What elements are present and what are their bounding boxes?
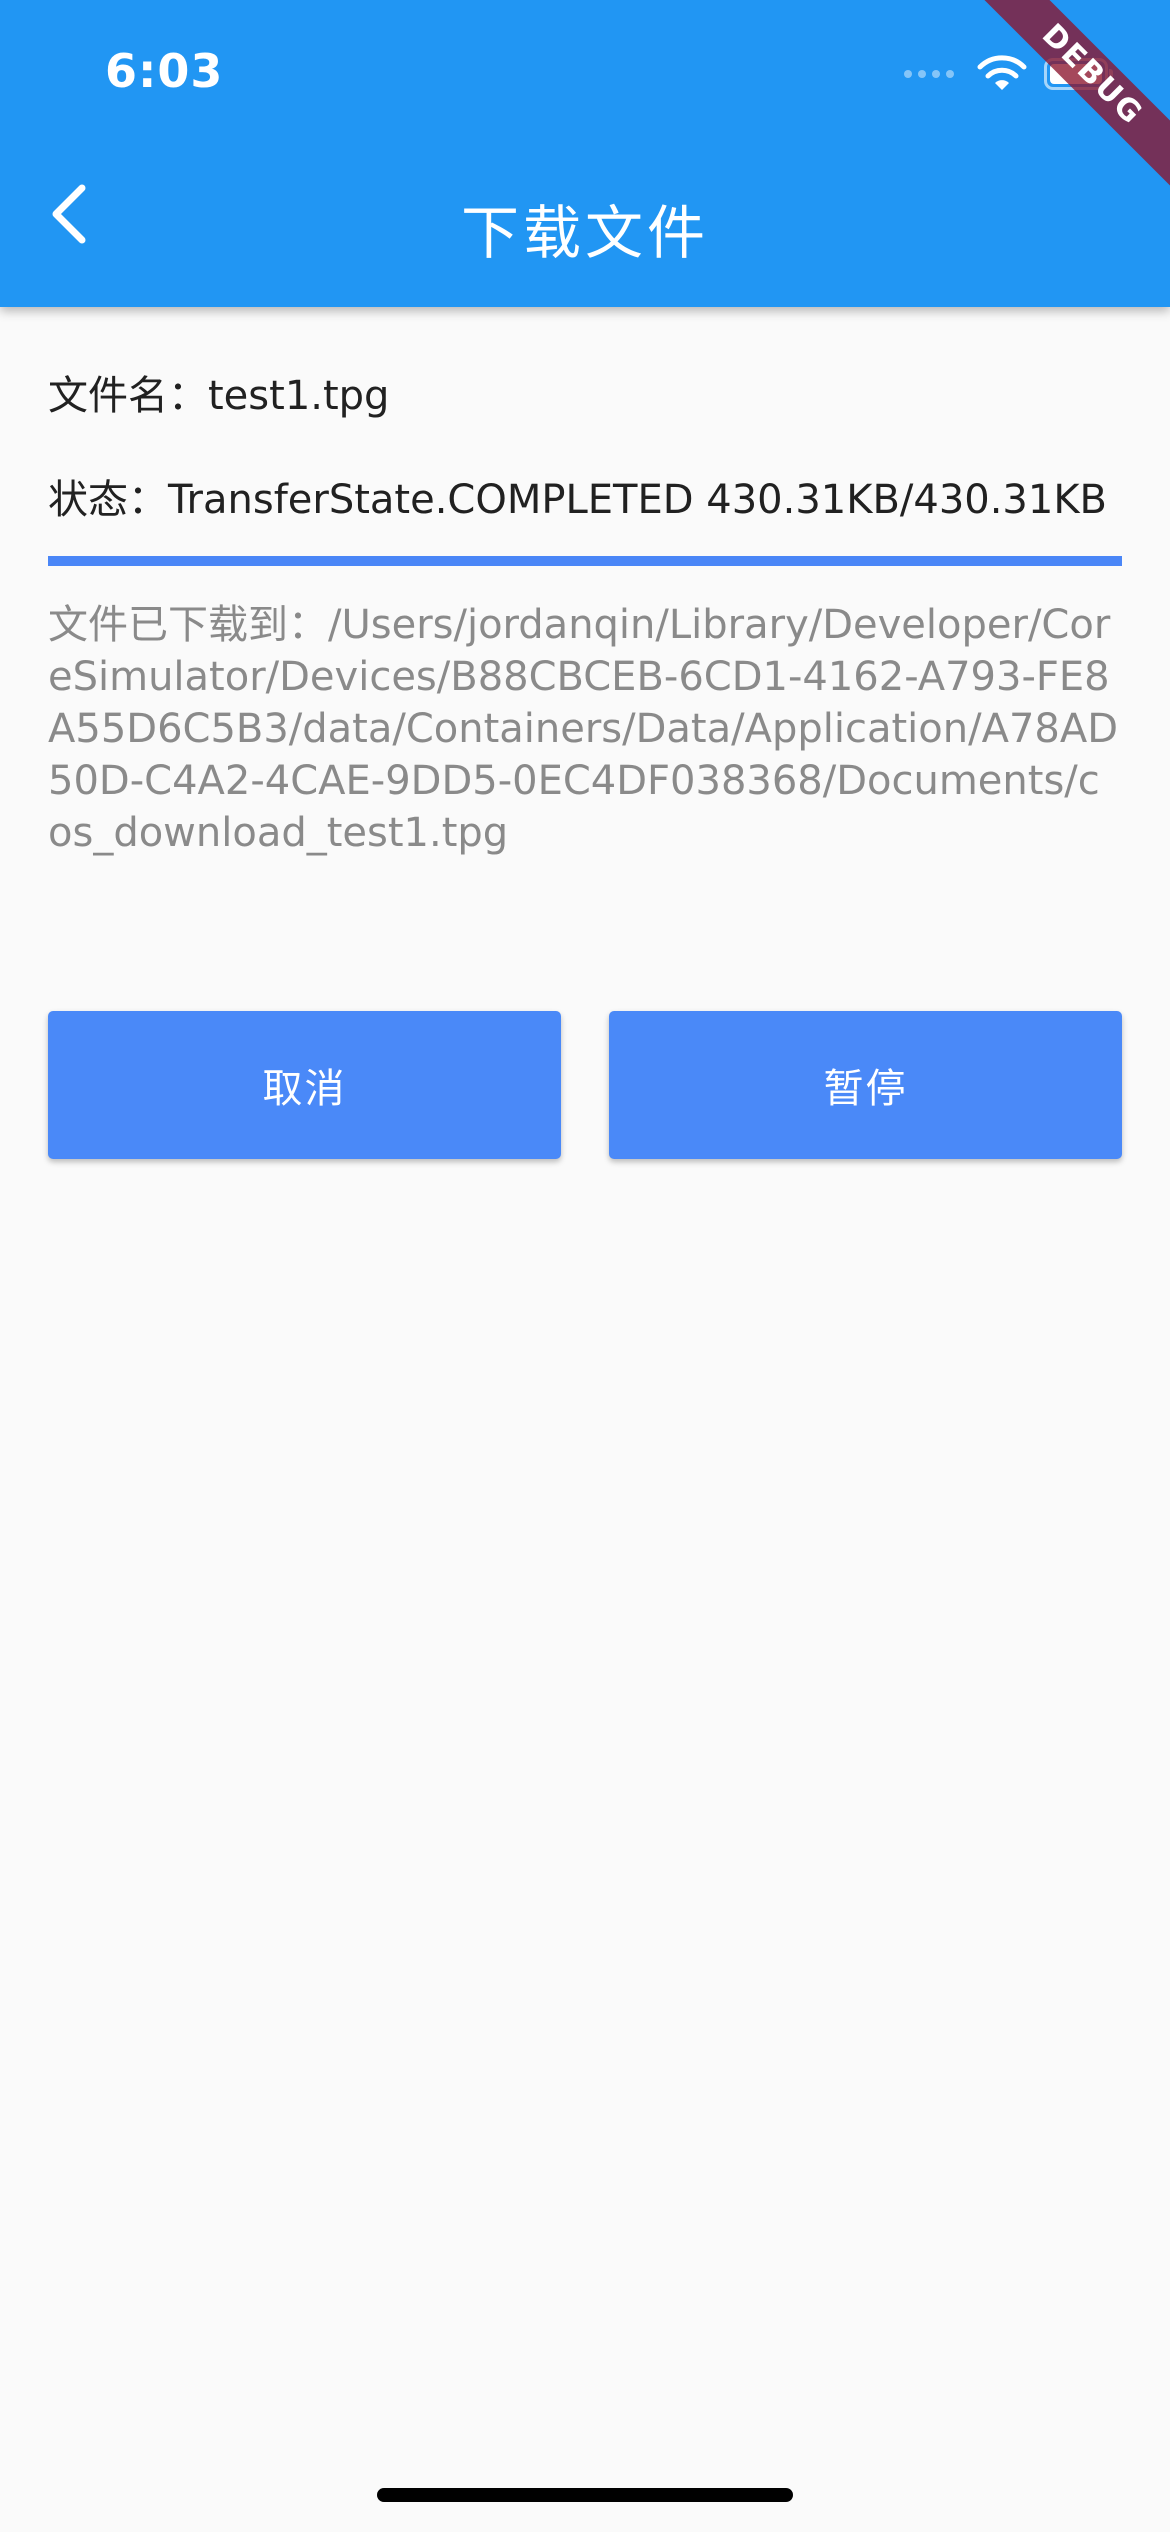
status-icons <box>904 54 1113 94</box>
saved-path-text: 文件已下载到：/Users/jordanqin/Library/Develope… <box>48 602 1118 856</box>
app-bar: 6:03 下载文件 <box>0 0 1170 307</box>
status-time: 6:03 <box>105 44 224 98</box>
battery-icon <box>1044 58 1113 90</box>
cancel-button[interactable]: 取消 <box>48 1011 561 1159</box>
pause-button[interactable]: 暂停 <box>609 1011 1122 1159</box>
home-indicator[interactable] <box>377 2488 793 2502</box>
wifi-icon <box>977 55 1027 90</box>
screen: 6:03 下载文件 DEBUG 文件名：test1.tpg 状态：Transfe… <box>0 0 1170 2532</box>
cellular-signal-icon <box>904 70 954 78</box>
page-title: 下载文件 <box>460 199 709 267</box>
transfer-status-label: 状态：TransferState.COMPLETED 430.31KB/430.… <box>48 477 1108 523</box>
download-progress-fill <box>48 556 1122 566</box>
file-name-label: 文件名：test1.tpg <box>48 373 390 419</box>
download-progress-bar <box>48 556 1122 566</box>
